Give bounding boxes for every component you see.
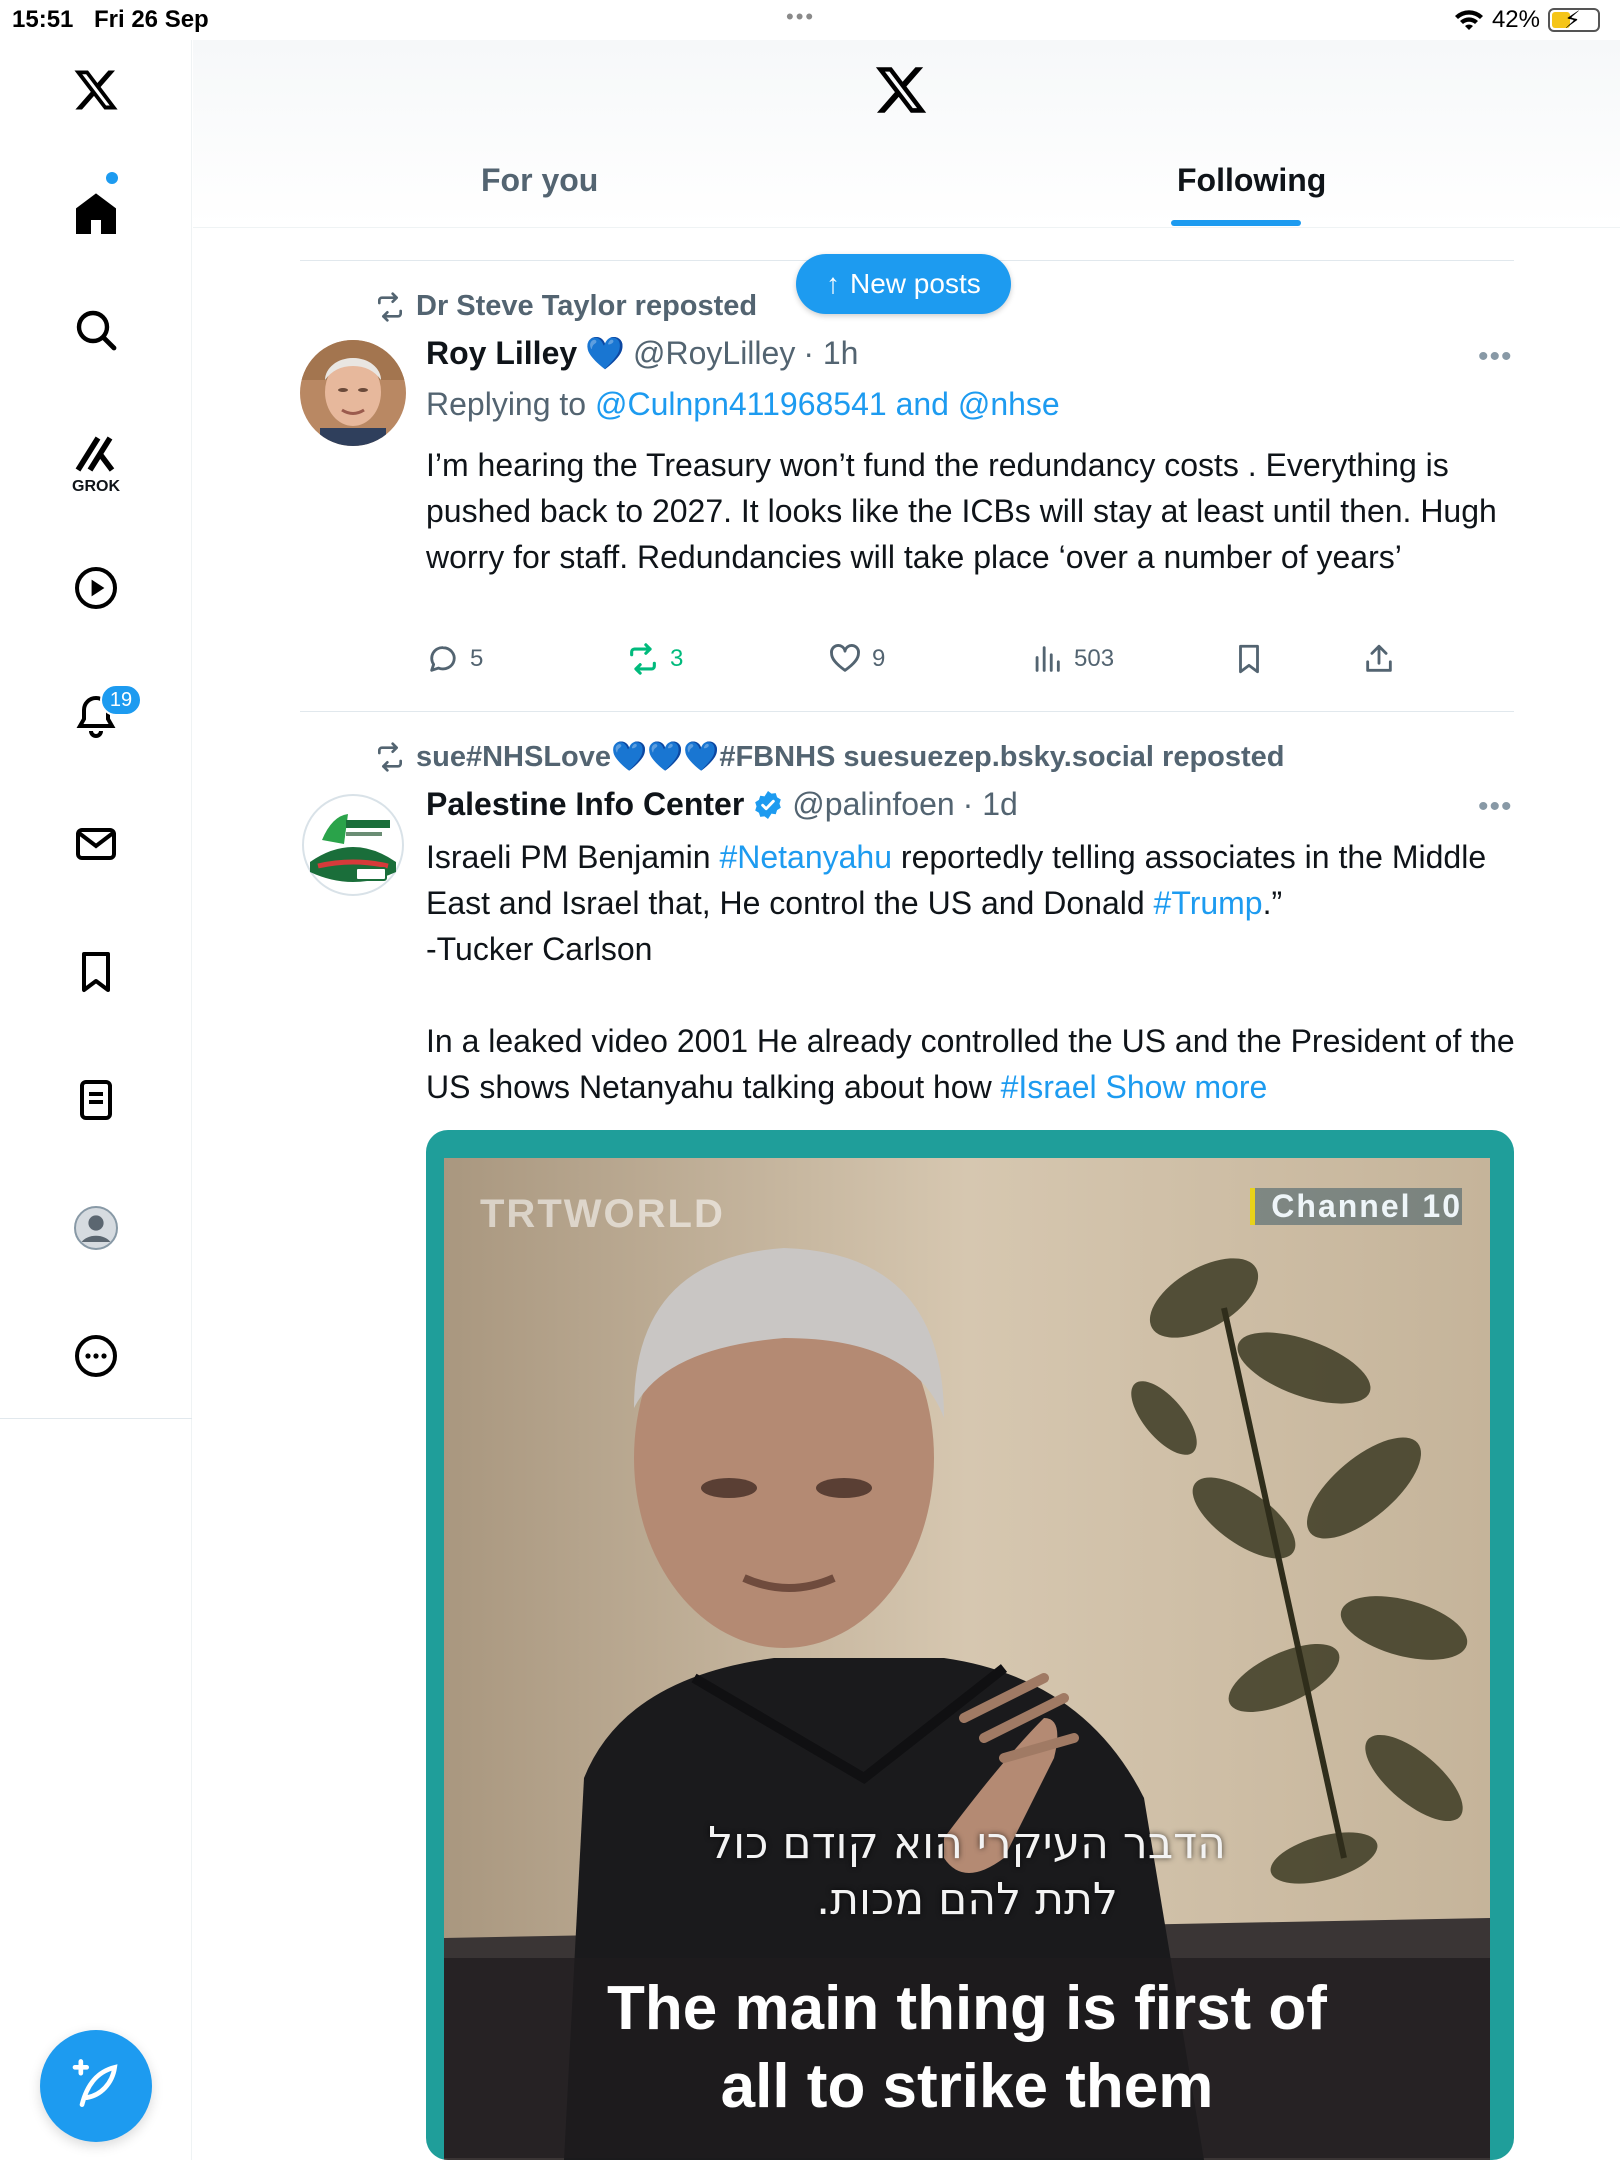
video-subtitle-hebrew: הדבר העיקרי הוא קודם כול [708,1818,1226,1869]
tab-active-indicator [1171,220,1301,226]
post-more-icon[interactable]: ••• [1478,340,1513,374]
post-time[interactable]: · 1h [803,335,858,372]
compose-feather-icon [72,2059,118,2107]
lists-icon[interactable] [66,1070,126,1130]
post-text-part: Israeli PM Benjamin [426,839,720,875]
arrow-up-icon: ↑ [826,268,840,299]
views-count: 503 [1074,645,1115,672]
author-name[interactable]: Roy Lilley [426,335,577,372]
messages-envelope-icon[interactable] [66,814,126,874]
hashtag-link[interactable]: #Israel [1001,1069,1097,1105]
views-chart-icon [1035,646,1060,672]
heart-icon [830,644,860,672]
repost-active-icon [630,643,656,675]
notifications-badge: 19 [100,684,142,716]
author-name[interactable]: Palestine Info Center [426,786,744,823]
author-handle[interactable]: @RoyLilley [633,335,795,372]
reposted-by-text: Dr Steve Taylor reposted [416,290,758,322]
share-button[interactable] [1362,642,1396,676]
x-header-logo-icon[interactable] [873,62,929,123]
verified-badge-icon [755,790,782,819]
multitasking-dots[interactable]: ••• [786,4,815,30]
search-icon[interactable] [66,300,126,360]
replying-to: Replying to @Culnpn411968541 and @nhse [426,386,1060,423]
charging-bolt-icon: ⚡ [1564,7,1581,34]
post-video[interactable]: TRTWORLD Channel 10 הדבר העיקרי הוא קודם… [426,1130,1514,2160]
post-text-part: In a leaked video 2001 He already contro… [426,1023,1515,1105]
hashtag-link[interactable]: #Netanyahu [719,839,892,875]
post-actions: 5 3 9 503 [426,642,1426,682]
post-text-part: -Tucker Carlson [426,931,653,967]
reposted-line: sue#NHSLove💙💙💙#FBNHS suesuezep.bsky.soci… [374,740,1285,774]
reply-button[interactable]: 5 [426,642,483,676]
post-text-part: .” [1262,885,1283,921]
video-frame: TRTWORLD Channel 10 הדבר העיקרי הוא קודם… [444,1158,1490,2160]
reposted-by-text: sue#NHSLove💙💙💙#FBNHS suesuezep.bsky.soci… [416,741,1285,773]
new-posts-label: New posts [850,268,981,299]
grok-icon[interactable] [66,424,126,484]
video-subtitle-hebrew: לתת להם מכות. [816,1874,1118,1925]
grok-label: GROK [72,478,120,495]
share-icon [1366,644,1392,672]
video-subtitle-line: The main thing is first of [607,1974,1327,2043]
post-author-line: Roy Lilley 💙 @RoyLilley · 1h [426,334,858,372]
home-unread-dot [106,172,118,184]
sidebar-divider [0,1418,192,1419]
post-author-line: Palestine Info Center @palinfoen · 1d [426,786,1018,823]
author-handle[interactable]: @palinfoen [792,786,954,823]
post-more-icon[interactable]: ••• [1478,790,1513,824]
views-button[interactable]: 503 [1030,642,1114,676]
video-subtitle-line: all to strike them [720,2052,1214,2121]
tab-for-you[interactable]: For you [481,162,598,199]
x-logo-icon[interactable] [66,60,126,120]
hashtag-link[interactable]: #Trump [1154,885,1263,921]
compose-post-button[interactable] [40,2030,152,2142]
status-date: Fri 26 Sep [94,6,209,33]
timeline-header: For you Following [193,40,1620,228]
post-time[interactable]: · 1d [963,786,1018,823]
avatar[interactable] [300,340,406,446]
more-options-icon[interactable] [66,1326,126,1386]
bookmark-button[interactable] [1232,642,1266,676]
new-posts-button[interactable]: ↑ New posts [796,254,1011,314]
like-count: 9 [872,645,886,672]
repost-button[interactable]: 3 [626,642,683,676]
sidebar: GROK 19 [0,40,192,2160]
status-time: 15:51 [12,6,74,33]
repost-icon [378,291,402,322]
blue-heart-emoji: 💙 [585,335,625,371]
home-icon[interactable] [66,184,126,244]
status-bar: 15:51 Fri 26 Sep ••• 42% ⚡ [0,0,1620,40]
battery-percent: 42% [1491,6,1540,33]
post-separator [300,711,1514,712]
post-text: I’m hearing the Treasury won’t fund the … [426,447,1497,575]
reply-icon [430,646,456,672]
bookmark-icon [1239,644,1259,674]
tab-following[interactable]: Following [1177,162,1326,199]
wifi-icon [1454,10,1483,30]
show-more-link[interactable]: Show more [1106,1069,1268,1105]
battery-icon: ⚡ [1548,7,1600,34]
post-text: Israeli PM Benjamin #Netanyahu reportedl… [426,834,1516,1110]
bookmarks-icon[interactable] [66,942,126,1002]
repost-count: 3 [670,645,684,672]
avatar[interactable] [300,792,406,898]
profile-avatar-icon[interactable] [66,1198,126,1258]
repost-icon [378,742,402,772]
replying-to-handles[interactable]: @Culnpn411968541 and @nhse [595,386,1060,422]
reply-count: 5 [470,645,484,672]
replying-to-prefix: Replying to [426,386,587,422]
video-play-icon[interactable] [66,558,126,618]
video-brand-watermark: TRTWORLD [480,1192,725,1236]
video-channel-label: Channel 10 [1250,1188,1462,1225]
reposted-line: Dr Steve Taylor reposted [374,290,757,323]
video-subtitle-english: The main thing is first of all to strike… [444,1958,1490,2158]
like-button[interactable]: 9 [828,642,885,676]
